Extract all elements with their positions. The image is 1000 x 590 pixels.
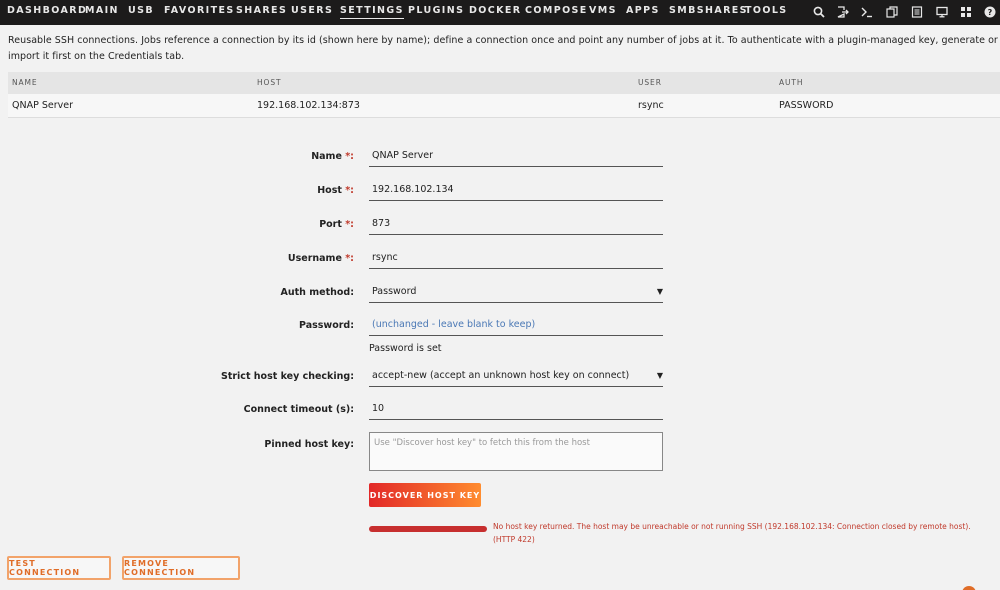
column-header-host: HOST xyxy=(257,78,282,87)
column-header-name: NAME xyxy=(12,78,38,87)
remove-connection-button[interactable]: REMOVE CONNECTION xyxy=(122,556,240,580)
tab-users[interactable]: USERS xyxy=(291,5,333,16)
intro-text: Reusable SSH connections. Jobs reference… xyxy=(8,35,998,62)
table-row[interactable]: QNAP Server 192.168.102.134:873 rsync PA… xyxy=(8,94,1000,118)
cell-user: rsync xyxy=(638,100,664,111)
pinned-host-key-textarea[interactable]: Use "Discover host key" to fetch this fr… xyxy=(369,432,663,471)
host-label: Host *: xyxy=(317,185,354,196)
log-icon[interactable] xyxy=(909,4,925,20)
timeout-field[interactable]: 10 xyxy=(369,401,663,420)
auth-method-label: Auth method: xyxy=(280,287,355,298)
tab-tools[interactable]: TOOLS xyxy=(745,5,788,16)
tab-favorites[interactable]: FAVORITES xyxy=(164,5,235,16)
timeout-label: Connect timeout (s): xyxy=(243,404,354,415)
password-status-note: Password is set xyxy=(369,343,442,354)
name-field[interactable]: QNAP Server xyxy=(369,148,663,167)
tab-shares[interactable]: SHARES xyxy=(236,5,287,16)
table-header: NAME HOST USER AUTH xyxy=(8,72,1000,94)
pinned-host-key-label: Pinned host key: xyxy=(264,439,354,450)
test-connection-button[interactable]: TEST CONNECTION xyxy=(7,556,111,580)
column-header-auth: AUTH xyxy=(779,78,804,87)
tab-settings[interactable]: SETTINGS xyxy=(340,5,404,19)
terminal-icon[interactable] xyxy=(859,4,875,20)
auth-method-select[interactable]: Password ▼ xyxy=(369,284,663,303)
name-label: Name *: xyxy=(311,151,354,162)
auth-method-value: Password xyxy=(372,286,417,297)
tab-smbshares[interactable]: SMBSHARES xyxy=(669,5,748,16)
cell-host: 192.168.102.134:873 xyxy=(257,100,360,111)
cell-auth: PASSWORD xyxy=(779,100,834,111)
password-field[interactable]: (unchanged - leave blank to keep) xyxy=(369,317,663,336)
strict-host-key-select[interactable]: accept-new (accept an unknown host key o… xyxy=(369,368,663,387)
floating-action-icon[interactable] xyxy=(962,586,976,590)
svg-text:?: ? xyxy=(988,8,993,17)
discover-host-key-button[interactable]: DISCOVER HOST KEY xyxy=(369,483,481,507)
dropdown-arrow-icon: ▼ xyxy=(656,371,663,380)
tab-docker[interactable]: DOCKER xyxy=(469,5,522,16)
connections-table: NAME HOST USER AUTH QNAP Server 192.168.… xyxy=(8,72,1000,118)
strict-host-key-label: Strict host key checking: xyxy=(220,371,354,382)
port-label: Port *: xyxy=(319,219,354,230)
logout-icon[interactable] xyxy=(835,4,851,20)
tab-plugins[interactable]: PLUGINS xyxy=(408,5,464,16)
username-label: Username *: xyxy=(287,253,354,264)
tab-usb[interactable]: USB xyxy=(128,5,154,16)
dropdown-arrow-icon: ▼ xyxy=(656,287,663,296)
help-icon[interactable]: ? xyxy=(982,4,998,20)
apps-icon[interactable] xyxy=(958,4,974,20)
strict-host-key-value: accept-new (accept an unknown host key o… xyxy=(372,370,630,381)
tab-vms[interactable]: VMS xyxy=(589,5,617,16)
error-message: No host key returned. The host may be un… xyxy=(493,522,971,544)
host-field[interactable]: 192.168.102.134 xyxy=(369,182,663,201)
copy-icon[interactable] xyxy=(884,4,900,20)
tab-compose[interactable]: COMPOSE xyxy=(525,5,588,16)
top-nav: DASHBOARD MAIN USB FAVORITES SHARES USER… xyxy=(0,0,1000,25)
tab-main[interactable]: MAIN xyxy=(85,5,119,16)
password-label: Password: xyxy=(298,320,354,331)
port-field[interactable]: 873 xyxy=(369,216,663,235)
search-icon[interactable] xyxy=(811,4,827,20)
cell-name: QNAP Server xyxy=(12,100,73,111)
username-field[interactable]: rsync xyxy=(369,250,663,269)
monitor-icon[interactable] xyxy=(934,4,950,20)
tab-dashboard[interactable]: DASHBOARD xyxy=(7,5,87,16)
discover-status-bar xyxy=(369,526,487,532)
column-header-user: USER xyxy=(638,78,662,87)
tab-apps[interactable]: APPS xyxy=(626,5,660,16)
